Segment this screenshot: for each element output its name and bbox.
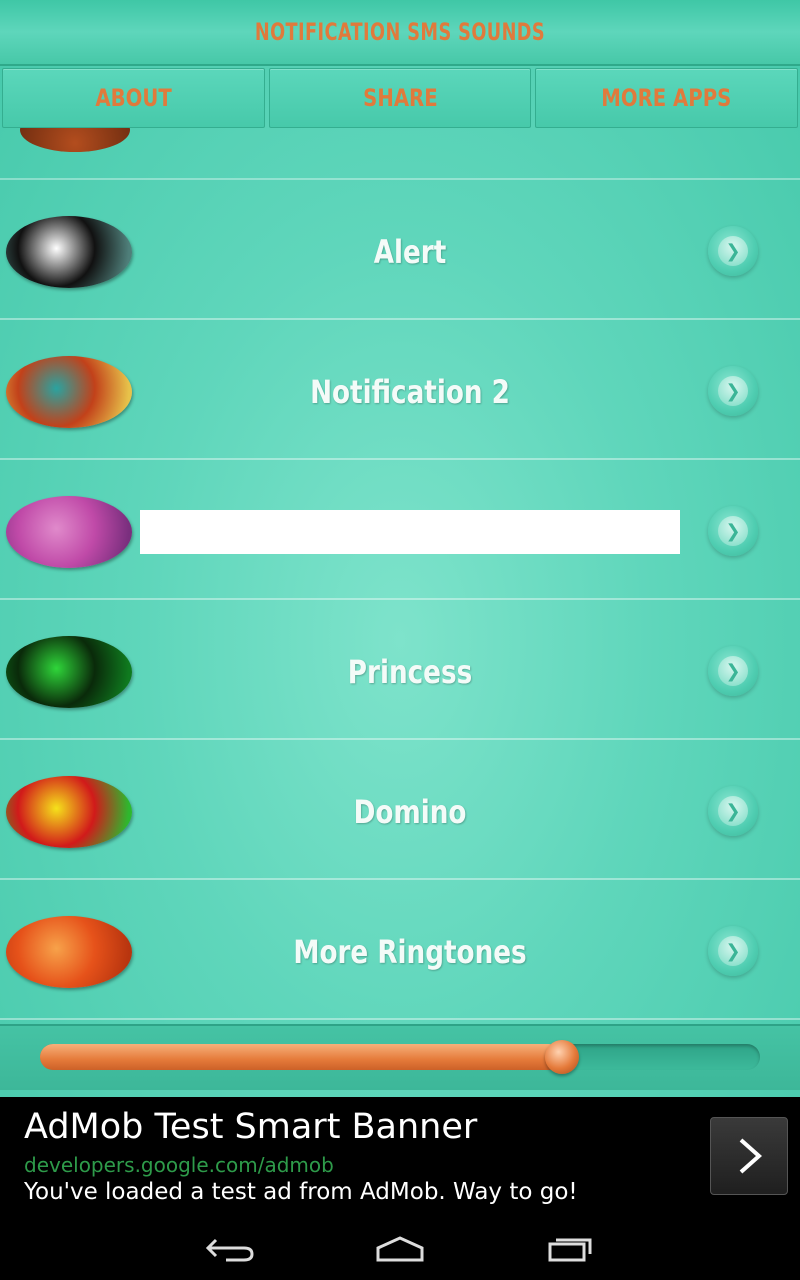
ad-banner[interactable]: AdMob Test Smart Banner developers.googl… <box>0 1097 800 1217</box>
list-item[interactable]: Domino ❯ <box>0 740 800 880</box>
list-item[interactable]: Princess ❯ <box>0 600 800 740</box>
list-item-label: Domino <box>353 793 467 831</box>
play-arrow-button[interactable]: ❯ <box>708 226 758 276</box>
more-apps-label: MORE APPS <box>601 84 732 112</box>
chevron-right-icon <box>739 1138 763 1174</box>
back-button[interactable] <box>200 1229 260 1269</box>
list-item-partial[interactable] <box>0 128 800 180</box>
app-title: NOTIFICATION SMS SOUNDS <box>254 18 546 46</box>
chevron-right-icon: ❯ <box>718 796 748 826</box>
about-button[interactable]: ABOUT <box>2 68 265 128</box>
list-item-label <box>140 510 680 554</box>
home-icon <box>376 1236 424 1262</box>
ringtone-list[interactable]: Alert ❯ Notification 2 ❯ ❯ Princess ❯ Do… <box>0 128 800 1024</box>
chevron-right-icon: ❯ <box>718 656 748 686</box>
chevron-right-icon: ❯ <box>718 376 748 406</box>
list-item[interactable]: Alert ❯ <box>0 180 800 320</box>
recents-button[interactable] <box>540 1229 600 1269</box>
seek-slider[interactable] <box>40 1040 760 1074</box>
chevron-right-icon: ❯ <box>718 516 748 546</box>
ad-url[interactable]: developers.google.com/admob <box>24 1153 334 1177</box>
playback-bar <box>0 1024 800 1090</box>
list-item[interactable]: Notification 2 ❯ <box>0 320 800 460</box>
more-apps-button[interactable]: MORE APPS <box>535 68 799 128</box>
list-item[interactable]: More Ringtones ❯ <box>0 880 800 1020</box>
list-item-thumbnail <box>6 776 132 848</box>
list-item-label: Alert <box>373 233 447 271</box>
recents-icon <box>548 1238 592 1262</box>
chevron-right-icon: ❯ <box>718 236 748 266</box>
back-icon <box>205 1238 254 1262</box>
seek-handle[interactable] <box>545 1040 579 1074</box>
list-item-thumbnail <box>6 216 132 288</box>
list-item-thumbnail <box>6 636 132 708</box>
about-label: ABOUT <box>95 84 172 112</box>
play-arrow-button[interactable]: ❯ <box>708 506 758 556</box>
home-button[interactable] <box>370 1229 430 1269</box>
list-item-label: More Ringtones <box>293 933 527 971</box>
share-button[interactable]: SHARE <box>268 68 532 128</box>
play-arrow-button[interactable]: ❯ <box>708 786 758 836</box>
list-item-thumbnail <box>6 496 132 568</box>
ad-open-button[interactable] <box>710 1117 788 1195</box>
list-item[interactable]: ❯ <box>0 460 800 600</box>
seek-progress <box>40 1044 562 1070</box>
system-nav-bar <box>0 1217 800 1280</box>
ad-title: AdMob Test Smart Banner <box>24 1107 478 1147</box>
share-label: SHARE <box>362 84 438 112</box>
ad-description: You've loaded a test ad from AdMob. Way … <box>24 1179 578 1205</box>
list-item-thumbnail <box>6 356 132 428</box>
list-item-label: Notification 2 <box>310 373 510 411</box>
list-item-thumbnail <box>20 128 130 152</box>
play-arrow-button[interactable]: ❯ <box>708 646 758 696</box>
app-header: NOTIFICATION SMS SOUNDS <box>0 0 800 66</box>
chevron-right-icon: ❯ <box>718 936 748 966</box>
top-nav: ABOUT SHARE MORE APPS <box>0 66 800 128</box>
play-arrow-button[interactable]: ❯ <box>708 926 758 976</box>
list-item-label: Princess <box>347 653 473 691</box>
list-item-thumbnail <box>6 916 132 988</box>
play-arrow-button[interactable]: ❯ <box>708 366 758 416</box>
